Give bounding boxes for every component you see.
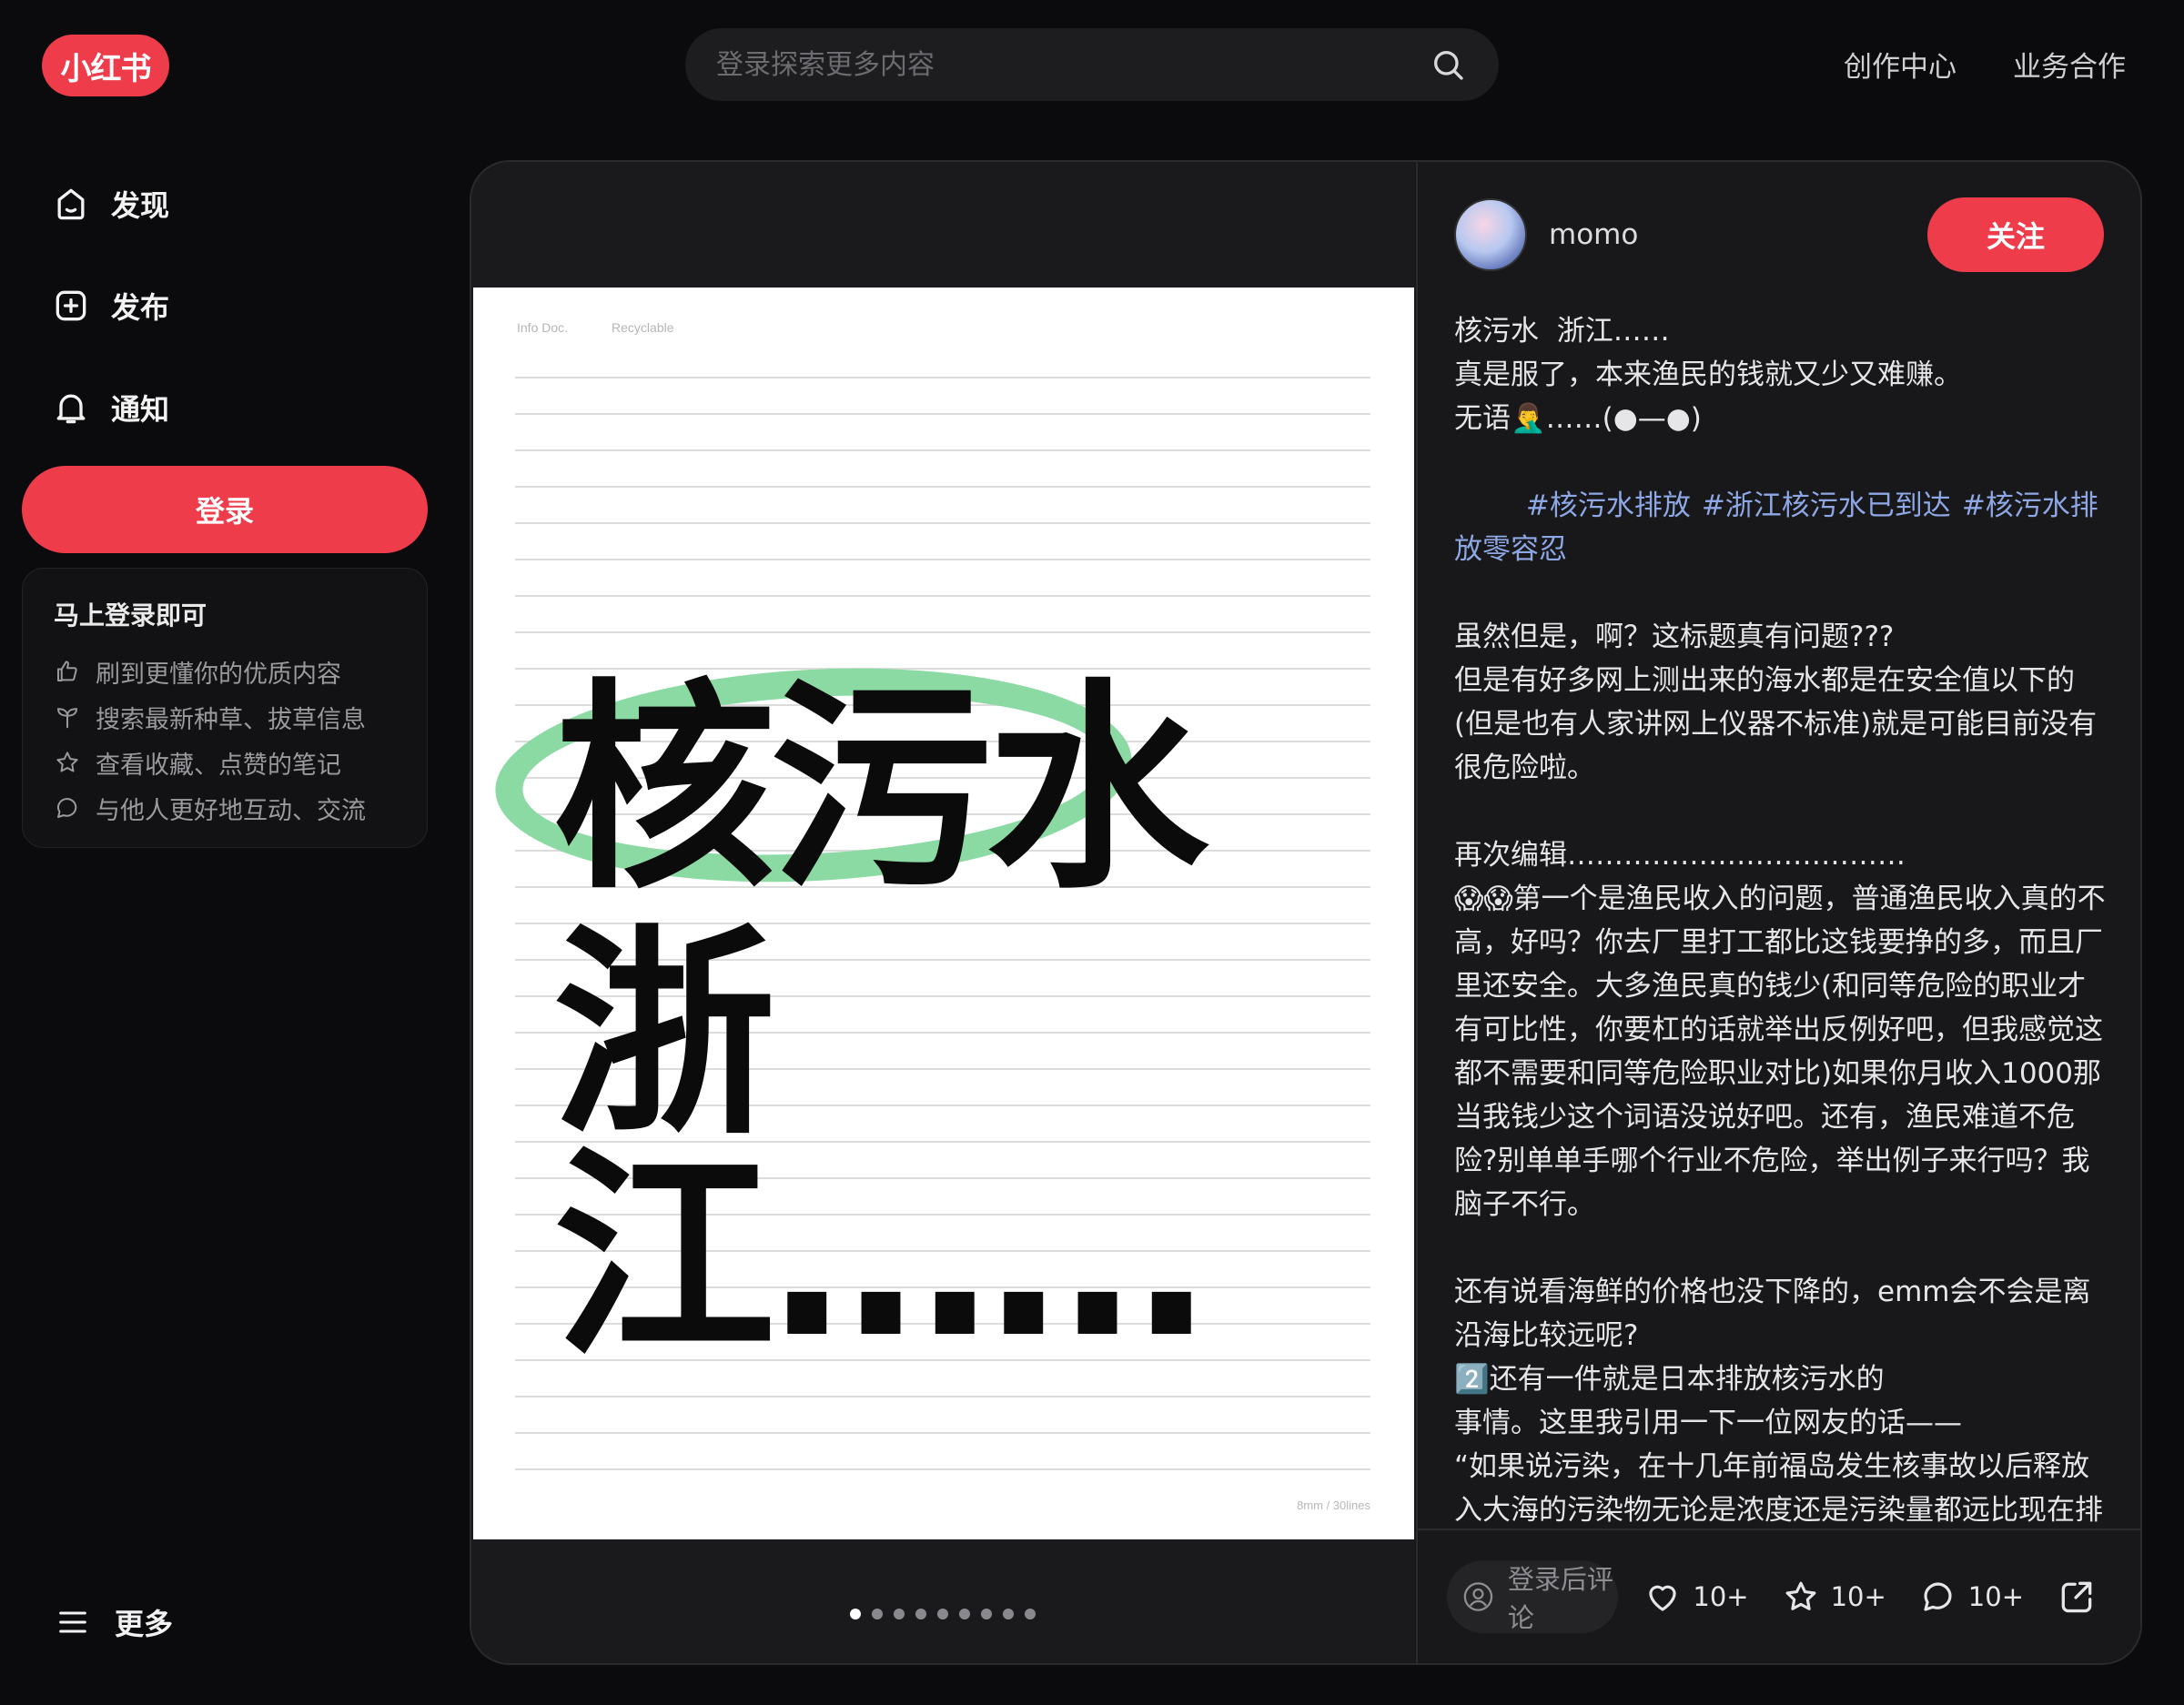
sidebar-item-publish[interactable]: 发布 — [51, 280, 169, 331]
bell-icon — [56, 394, 86, 424]
search-bar[interactable] — [685, 28, 1499, 101]
comment-count: 10+ — [1967, 1581, 2024, 1612]
share-button[interactable] — [2057, 1577, 2108, 1617]
promo-item-label: 刷到更懂你的优质内容 — [96, 660, 341, 689]
carousel-dot[interactable] — [1003, 1609, 1014, 1619]
carousel-dot[interactable] — [1025, 1609, 1036, 1619]
sidebar-item-label: 通知 — [111, 392, 170, 427]
chat-icon — [57, 798, 77, 818]
tag-link[interactable]: #核污水排放 — [1526, 489, 1691, 522]
creator-center-link[interactable]: 创作中心 — [1844, 44, 1956, 85]
sidebar-item-notifications[interactable]: 通知 — [51, 382, 169, 433]
like-button[interactable]: 10+ — [1643, 1578, 1749, 1616]
note-content: 核污水 浙江…… 真是服了，本来渔民的钱就又少又难赚。 无语🤦‍♂️……(●—●… — [1454, 309, 2106, 1663]
sidebar-item-label: 发布 — [111, 290, 170, 325]
login-promo-card: 马上登录即可 刷到更懂你的优质内容 搜索最新种草、拔草信息 查看收藏、点赞的笔记… — [22, 568, 428, 848]
carousel-dot[interactable] — [894, 1609, 905, 1619]
more-label: 更多 — [115, 1607, 174, 1641]
carousel-dot[interactable] — [872, 1609, 883, 1619]
paper-header-left: Info Doc. — [517, 320, 569, 335]
promo-item-label: 查看收藏、点赞的笔记 — [96, 751, 341, 780]
note-info-panel: momo 关注 核污水 浙江…… 真是服了，本来渔民的钱就又少又难赚。 无语🤦‍… — [1416, 162, 2140, 1663]
xiaohongshu-logo[interactable]: 小红书 — [42, 35, 169, 96]
promo-item-label: 与他人更好地互动、交流 — [96, 796, 366, 825]
author-row: momo 关注 — [1454, 197, 2104, 272]
avatar[interactable] — [1454, 198, 1527, 271]
carousel-dot[interactable] — [959, 1609, 970, 1619]
menu-icon — [59, 1611, 86, 1633]
promo-item: 与他人更好地互动、交流 — [54, 785, 427, 831]
promo-item: 刷到更懂你的优质内容 — [54, 649, 427, 694]
note-actions: 10+ 10+ 10+ — [1643, 1577, 2108, 1617]
heart-icon — [1649, 1585, 1677, 1611]
sidebar-item-label: 发现 — [111, 188, 170, 223]
promo-item: 搜索最新种草、拔草信息 — [54, 694, 427, 740]
thumbs-up-icon — [57, 661, 77, 681]
note-tags: #核污水排放 #浙江核污水已到达 #核污水排放零容忍 — [1454, 440, 2106, 615]
search-icon[interactable] — [1430, 46, 1466, 83]
carousel-dot[interactable] — [850, 1609, 861, 1619]
sidebar-item-discover[interactable]: 发现 — [51, 178, 169, 229]
collect-button[interactable]: 10+ — [1782, 1578, 1886, 1616]
promo-item-label: 搜索最新种草、拔草信息 — [96, 705, 366, 734]
share-icon — [2061, 1581, 2092, 1613]
comment-button[interactable]: 10+ — [1919, 1578, 2024, 1616]
carousel-dot[interactable] — [981, 1609, 992, 1619]
note-image[interactable]: Info Doc. Recyclable 核污水 浙江…… 8mm / 30lin… — [473, 288, 1414, 1539]
paper-header: Info Doc. Recyclable — [517, 320, 674, 335]
paper-header-right: Recyclable — [612, 320, 674, 335]
follow-button[interactable]: 关注 — [1927, 197, 2104, 272]
like-count: 10+ — [1693, 1581, 1749, 1612]
more-menu[interactable]: 更多 — [55, 1601, 173, 1643]
chat-icon — [1924, 1582, 1952, 1611]
comment-placeholder: 登录后评论 — [1507, 1564, 1613, 1633]
note-text: 核污水 浙江…… 真是服了，本来渔民的钱就又少又难赚。 无语🤦‍♂️……(●—●… — [1454, 315, 1962, 435]
carousel-dots[interactable] — [471, 1609, 1414, 1619]
user-avatar-icon — [1463, 1582, 1493, 1611]
star-icon — [1785, 1581, 1816, 1610]
comment-input[interactable]: 登录后评论 — [1447, 1560, 1619, 1633]
sprout-icon — [56, 708, 78, 729]
search-input[interactable] — [716, 48, 1430, 81]
engagement-bar: 登录后评论 10+ 10+ 10+ — [1418, 1528, 2140, 1663]
star-icon — [56, 752, 78, 772]
author-name[interactable]: momo — [1549, 218, 1927, 251]
note-text: 再次编辑……………………………… 😱😱第一个是渔民收入的问题，普通渔民收入真的不… — [1454, 839, 2106, 1221]
image-text-line1: 核污水 — [553, 661, 1208, 919]
note-media[interactable]: Info Doc. Recyclable 核污水 浙江…… 8mm / 30lin… — [471, 162, 1414, 1663]
tag-link[interactable]: #浙江核污水已到达 — [1702, 489, 1951, 522]
login-button[interactable]: 登录 — [22, 466, 428, 553]
paper-footer: 8mm / 30lines — [1297, 1498, 1370, 1512]
sidebar-nav: 发现 发布 通知 — [51, 178, 169, 484]
promo-item: 查看收藏、点赞的笔记 — [54, 740, 427, 785]
carousel-dot[interactable] — [937, 1609, 948, 1619]
business-link[interactable]: 业务合作 — [2013, 44, 2126, 85]
add-square-icon — [56, 290, 86, 321]
home-icon — [57, 188, 85, 220]
promo-title: 马上登录即可 — [54, 600, 207, 631]
note-detail-card: Info Doc. Recyclable 核污水 浙江…… 8mm / 30lin… — [470, 160, 2142, 1665]
carousel-dot[interactable] — [915, 1609, 926, 1619]
top-links: 创作中心 业务合作 — [1844, 44, 2126, 85]
collect-count: 10+ — [1830, 1581, 1886, 1612]
image-text-line2: 浙江…… — [553, 906, 1208, 1387]
note-text: 虽然但是，啊？这标题真有问题??? 但是有好多网上测出来的海水都是在安全值以下的… — [1454, 620, 2098, 784]
